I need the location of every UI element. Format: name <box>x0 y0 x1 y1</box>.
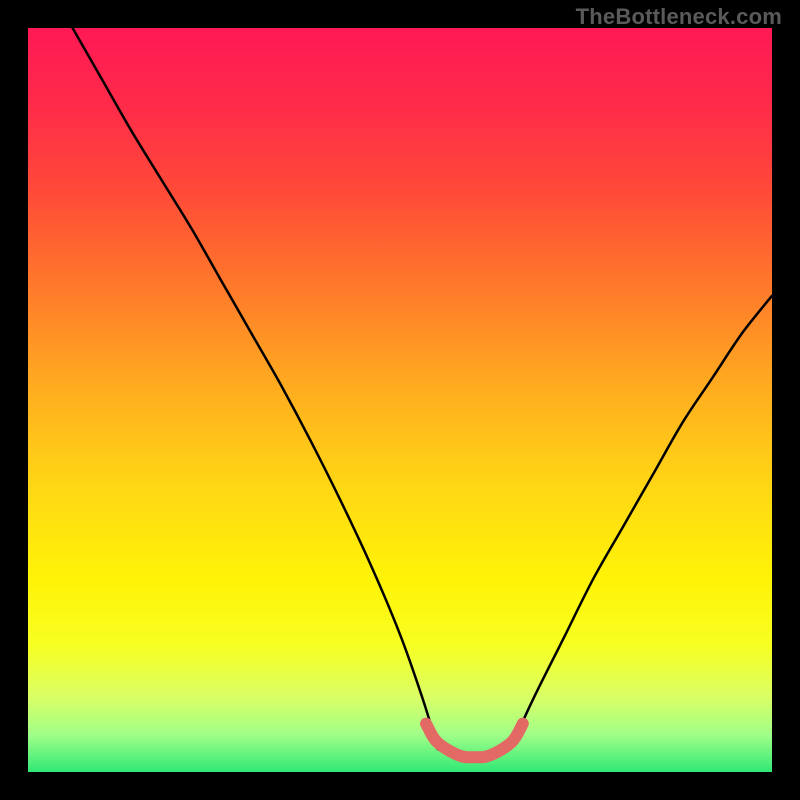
attribution-text: TheBottleneck.com <box>576 6 782 28</box>
chart-svg <box>28 28 772 772</box>
plot-area <box>28 28 772 772</box>
heat-gradient-rect <box>28 28 772 772</box>
chart-frame: TheBottleneck.com <box>0 0 800 800</box>
